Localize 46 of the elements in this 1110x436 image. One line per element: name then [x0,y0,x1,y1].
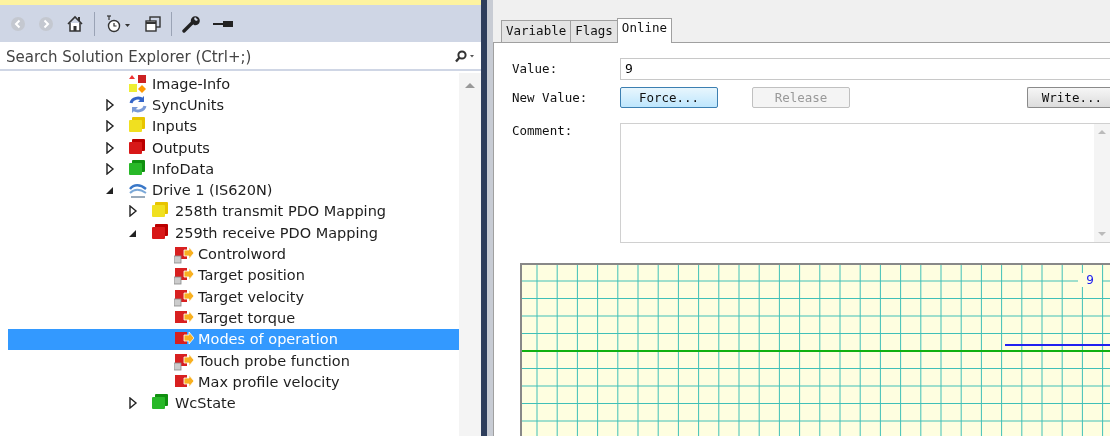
wrench-icon[interactable] [182,14,200,33]
comment-label: Comment: [512,123,574,138]
value-label: Value: [512,61,559,76]
pin-icon[interactable] [212,18,234,29]
value-field[interactable]: 9 [620,57,1110,80]
tree-item[interactable]: Touch probe function [8,349,460,372]
tree-item[interactable]: 259th receive PDO Mapping [8,222,460,244]
new-value-label: New Value: [512,90,589,105]
tree-item[interactable]: SyncUnits [8,94,460,116]
collapsed-arrow-icon[interactable] [128,397,138,410]
tree-item[interactable]: Target velocity [8,285,460,308]
tree-item[interactable]: WcState [8,392,460,414]
tab[interactable]: Flags [570,20,618,42]
collapsed-arrow-icon[interactable] [105,162,115,175]
scroll-up-icon[interactable] [464,81,477,89]
expanded-arrow-icon[interactable] [105,185,115,196]
home-icon[interactable] [66,14,84,33]
write-button[interactable]: Write... [1026,87,1110,108]
tree-item[interactable]: Outputs [8,136,460,159]
tree-item[interactable]: Controlword [8,243,460,265]
blocks-icon [128,73,148,94]
arrow-link-icon [174,265,194,286]
splitter[interactable] [481,0,493,436]
collapsed-arrow-icon[interactable] [105,141,115,154]
windows-icon[interactable] [145,15,161,32]
tree-item[interactable]: Drive 1 (IS620N) [8,179,460,201]
tree-item[interactable]: Target position [8,264,460,286]
collapsed-arrow-icon[interactable] [105,120,115,133]
clock-icon[interactable] [105,14,133,33]
sync-icon [128,94,148,115]
force-button[interactable]: Force... [620,87,718,108]
tab[interactable]: Variable [501,20,572,42]
tree-item[interactable]: Image-Info [8,73,460,95]
graph-value-label: 9 [1078,273,1102,287]
tree-item[interactable]: 258th transmit PDO Mapping [8,200,460,223]
search-icon[interactable] [453,49,476,64]
arrow-link-icon [174,244,194,264]
tree-item[interactable]: Max profile velocity [8,371,460,393]
scrollbar[interactable] [459,73,482,436]
tree-item[interactable]: InfoData [8,158,460,180]
tree-item[interactable]: Target torque [8,307,460,329]
collapsed-arrow-icon[interactable] [105,98,115,111]
tab[interactable]: Online [616,18,672,43]
tree-item[interactable]: Inputs [8,115,460,137]
collapsed-arrow-icon[interactable] [128,205,138,218]
search-field[interactable]: Search Solution Explorer (Ctrl+;) [0,47,454,66]
